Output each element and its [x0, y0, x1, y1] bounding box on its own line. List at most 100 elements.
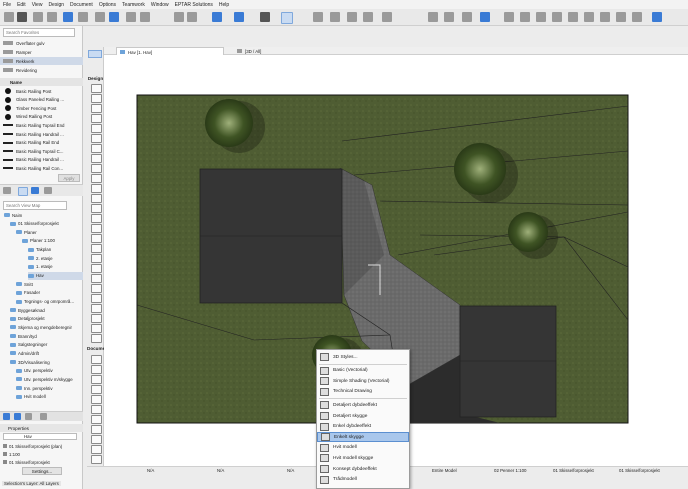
polyline-icon[interactable] [140, 12, 150, 22]
pen-icon[interactable] [109, 12, 119, 22]
3d-style-item[interactable]: Enkel dybdeeffekt [317, 422, 409, 432]
design-tool-icon[interactable] [91, 304, 102, 313]
worksheet-icon[interactable] [552, 12, 562, 22]
properties-name-field[interactable]: Hav [3, 433, 77, 440]
3d-style-item[interactable]: Hvit modell [317, 443, 409, 453]
3d-style-item[interactable]: Simple Shading (Vectorial) [317, 376, 409, 386]
view-map-item[interactable]: Brann/tyd [10, 332, 37, 340]
design-tool-icon[interactable] [91, 284, 102, 293]
3d-style-item[interactable]: Technical Drawing [317, 387, 409, 397]
document-tool-icon[interactable] [91, 415, 102, 424]
design-tool-icon[interactable] [91, 324, 102, 333]
menu-item-eptar-solutions[interactable]: EPTAR Solutions [172, 2, 216, 8]
new-view-icon[interactable] [3, 413, 10, 420]
document-tool-icon[interactable] [91, 355, 102, 364]
layer-combo-dropdown[interactable]: 01 Skisse/forprosjekt [619, 468, 660, 473]
redo-icon[interactable] [187, 12, 197, 22]
design-tool-icon[interactable] [91, 154, 102, 163]
design-tool-icon[interactable] [91, 174, 102, 183]
design-tool-icon[interactable] [91, 164, 102, 173]
3d-style-item[interactable]: Basic (Vectorial) [317, 366, 409, 376]
group-icon[interactable] [363, 12, 373, 22]
design-tool-icon[interactable] [91, 84, 102, 93]
favorite-railing-item[interactable]: Basic Railing Handrail ... [0, 156, 83, 164]
view-map-item[interactable]: Detaljprosjekt [10, 315, 45, 323]
document-tool-icon[interactable] [91, 385, 102, 394]
properties-row[interactable]: 01 Skisse/forprosjekt [0, 458, 83, 466]
arrow-icon[interactable] [4, 12, 14, 22]
3d-style-item[interactable]: Konsept dybdeeffekt [317, 464, 409, 474]
design-tool-icon[interactable] [91, 184, 102, 193]
design-tool-icon[interactable] [91, 144, 102, 153]
design-tool-icon[interactable] [91, 94, 102, 103]
favorite-railing-item[interactable]: Timber Fencing Post [0, 104, 83, 112]
layout-icon[interactable] [330, 12, 340, 22]
layer-icon[interactable] [63, 12, 73, 22]
view-map-item[interactable]: Hvit modell [16, 393, 46, 401]
design-tool-icon[interactable] [91, 234, 102, 243]
publisher-icon[interactable] [44, 187, 52, 194]
project-map-icon[interactable] [3, 187, 11, 194]
favorites-search-input[interactable]: Search Favorites [3, 28, 75, 37]
favorite-item[interactable]: Ramper [0, 48, 83, 56]
view-map-item[interactable]: Skjema og mengdeberegnir [10, 323, 72, 331]
design-tool-icon[interactable] [91, 294, 102, 303]
hatch-icon[interactable] [212, 12, 222, 22]
view-map-item[interactable]: Tegnings- og omrpområ... [16, 298, 74, 306]
design-tool-icon[interactable] [91, 194, 102, 203]
view-map-item[interactable]: Takplan [28, 246, 51, 254]
favorite-railing-item[interactable]: Wired Railing Post [0, 113, 83, 121]
favorite-item[interactable]: Revidering [0, 66, 83, 74]
menu-item-file[interactable]: File [0, 2, 14, 8]
document-tool-icon[interactable] [91, 435, 102, 444]
document-tool-icon[interactable] [91, 365, 102, 374]
cursor-icon[interactable] [95, 12, 105, 22]
properties-header[interactable]: Properties [0, 424, 83, 432]
3d-style-item[interactable]: Detaljert dybdeeffekt [317, 400, 409, 410]
menu-item-view[interactable]: View [29, 2, 46, 8]
render-icon[interactable] [462, 12, 472, 22]
view-icon[interactable] [428, 12, 438, 22]
section-icon[interactable] [520, 12, 530, 22]
3d-style-item[interactable]: Hvit modell skygge [317, 453, 409, 463]
trace-icon[interactable] [313, 12, 323, 22]
arrow-tool-icon[interactable] [88, 50, 102, 58]
menu-item-help[interactable]: Help [216, 2, 232, 8]
pen-set-dropdown[interactable]: 02 Penner 1:100 [494, 468, 526, 473]
detail-icon[interactable] [536, 12, 546, 22]
view-map-item[interactable]: Utv. perspektiv [16, 367, 53, 375]
favorite-railing-item[interactable]: Basic Railing Rail End [0, 139, 83, 147]
model-dropdown[interactable]: Entire Model [432, 468, 482, 473]
marquee-icon[interactable] [17, 12, 27, 22]
document-tool-icon[interactable] [91, 405, 102, 414]
view-map-item[interactable]: Byggesøknad [10, 306, 45, 314]
view-map-search-input[interactable]: Search View Map [3, 201, 67, 210]
pdf-icon[interactable] [347, 12, 357, 22]
3d-style-item[interactable]: Detaljert skygge [317, 411, 409, 421]
view-map-item[interactable]: Naim [4, 211, 22, 219]
design-tool-icon[interactable] [91, 224, 102, 233]
list-icon[interactable] [600, 12, 610, 22]
more-button[interactable] [89, 469, 101, 475]
clone-icon[interactable] [14, 413, 21, 420]
design-tool-icon[interactable] [91, 204, 102, 213]
document-tool-icon[interactable] [91, 455, 102, 464]
settings-icon[interactable] [25, 413, 32, 420]
mirror-icon[interactable] [47, 12, 57, 22]
document-tool-icon[interactable] [91, 445, 102, 454]
properties-row[interactable]: 01 Skisse/forprosjekt (plan) [0, 442, 83, 450]
menu-item-window[interactable]: Window [148, 2, 172, 8]
view-map-item[interactable]: Fasader [16, 289, 40, 297]
layout-book-icon[interactable] [31, 187, 39, 194]
design-tool-icon[interactable] [91, 134, 102, 143]
view-map-item[interactable]: Admin/drift [10, 349, 39, 357]
mesh-icon[interactable] [382, 12, 392, 22]
menu-item-options[interactable]: Options [96, 2, 119, 8]
menu-item-document[interactable]: Document [67, 2, 96, 8]
view-map-icon[interactable] [18, 187, 28, 196]
design-tool-icon[interactable] [91, 114, 102, 123]
3d-icon[interactable] [260, 12, 270, 22]
view-map-item[interactable]: Planer 1:100 [22, 237, 55, 245]
document-tool-icon[interactable] [91, 375, 102, 384]
3d-style-item[interactable]: 3D Styles... [317, 352, 409, 362]
